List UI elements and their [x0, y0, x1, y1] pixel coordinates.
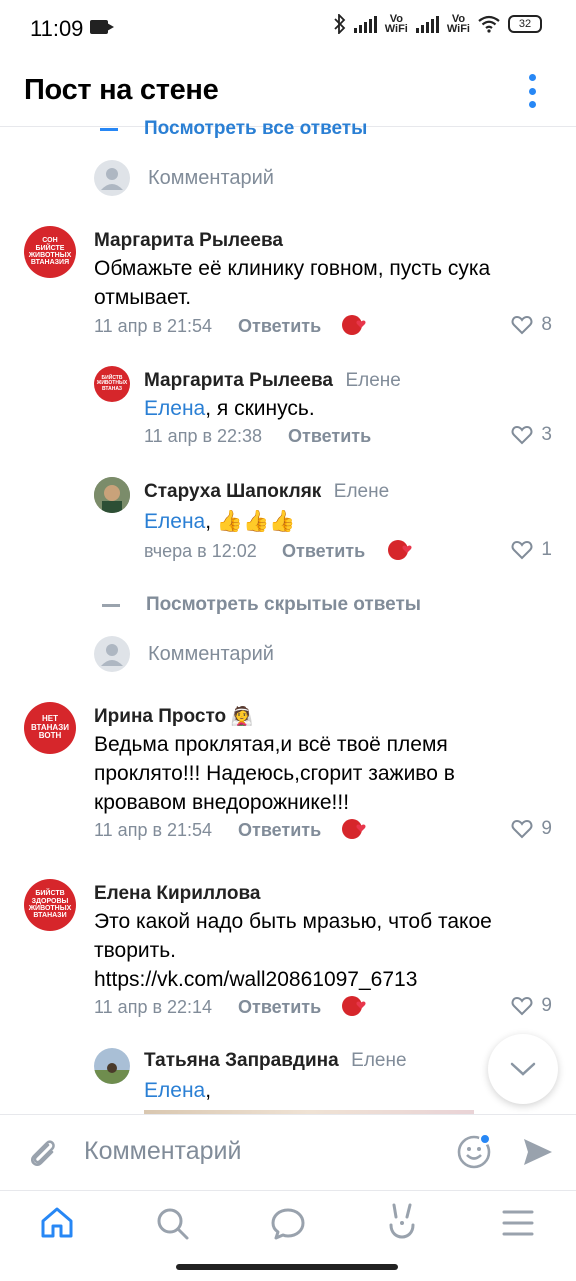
comment-link[interactable]: https://vk.com/wall20861097_6713 [94, 965, 417, 994]
status-icons: Vo WiFi Vo WiFi 32 [334, 13, 542, 35]
comment-text: Обмажьте её клинику говном, пусть сука о… [94, 257, 491, 309]
heart-sticker-icon [342, 819, 366, 839]
like-count: 9 [541, 995, 552, 1016]
avatar[interactable] [94, 477, 130, 513]
comment-date: вчера в 12:02 [144, 541, 257, 561]
send-icon[interactable] [522, 1137, 554, 1167]
heart-icon [511, 819, 533, 839]
chevron-down-icon [510, 1062, 536, 1076]
comment-input[interactable]: Комментарий [84, 1137, 241, 1166]
comment-text: Елена, 👍👍👍 [144, 510, 296, 533]
signal-icon-2 [415, 15, 439, 33]
heart-icon [511, 425, 533, 445]
heart-sticker-icon [342, 315, 366, 335]
like-count: 1 [541, 539, 552, 560]
comment-text: Елена, я скинусь. [144, 397, 315, 420]
reply-to: Елене [333, 481, 390, 502]
gesture-bar[interactable] [176, 1264, 398, 1270]
home-icon[interactable] [40, 1207, 74, 1239]
page-title: Пост на стене [24, 74, 219, 106]
collapse-dash-icon [100, 127, 118, 131]
reply-button[interactable]: Ответить [282, 541, 365, 562]
user-avatar-placeholder-icon [94, 160, 130, 196]
comment-date: 11 апр в 22:38 [144, 426, 263, 446]
like-count: 8 [541, 314, 552, 335]
like-count: 9 [541, 818, 552, 839]
more-options-button[interactable] [520, 74, 544, 108]
wifi-icon [478, 15, 500, 33]
search-icon[interactable] [156, 1207, 190, 1241]
like-button[interactable]: 3 [511, 424, 552, 446]
heart-icon [511, 315, 533, 335]
status-bar: 11:09 Vo WiFi Vo WiFi 32 [0, 0, 576, 58]
reply-button[interactable]: Ответить [288, 426, 371, 447]
comment-author[interactable]: Маргарита Рылеева [144, 370, 333, 391]
menu-icon[interactable] [502, 1209, 534, 1237]
collapse-dash-icon [102, 603, 120, 607]
avatar[interactable]: БИЙСТВ ЖИВОТНЫХ ВТАНАЗ [94, 366, 130, 402]
view-all-replies-link[interactable]: Посмотреть все ответы [100, 118, 367, 140]
comment-author[interactable]: Татьяна Заправдина [144, 1050, 339, 1071]
comment-text: Ведьма проклятая,и всё твоё племя прокля… [94, 733, 455, 814]
comment-author[interactable]: Ирина Просто [94, 706, 226, 727]
comment-text: Елена, [144, 1079, 212, 1102]
like-button[interactable]: 1 [511, 539, 552, 561]
messages-icon[interactable] [270, 1207, 306, 1241]
comment-date: 11 апр в 22:14 [94, 997, 213, 1017]
reply-button[interactable]: Ответить [238, 997, 321, 1018]
view-hidden-replies-link[interactable]: Посмотреть скрытые ответы [102, 594, 421, 616]
like-button[interactable]: 8 [511, 314, 552, 336]
status-time: 11:09 [30, 16, 84, 41]
comment-date: 11 апр в 21:54 [94, 316, 213, 336]
like-button[interactable]: 9 [511, 995, 552, 1017]
comment-text: Это какой надо быть мразью, чтоб такое т… [94, 910, 492, 962]
like-count: 3 [541, 424, 552, 445]
app-header: Пост на стене [0, 58, 576, 127]
vowifi-badge-2: Vo WiFi [446, 13, 470, 35]
scroll-down-button[interactable] [488, 1034, 558, 1104]
bluetooth-icon [334, 14, 346, 34]
like-button[interactable]: 9 [511, 818, 552, 840]
reply-to: Елене [345, 370, 401, 391]
thread-comment-input[interactable]: Комментарий [94, 636, 274, 672]
clips-icon[interactable] [386, 1203, 418, 1241]
screen-record-icon [90, 20, 114, 34]
reply-item: Татьяна Заправдина Елене Елена, [94, 1046, 474, 1114]
comment-date: 11 апр в 21:54 [94, 820, 213, 840]
emoji-icon[interactable] [456, 1133, 492, 1169]
attach-icon[interactable] [26, 1135, 58, 1171]
vowifi-badge-1: Vo WiFi [384, 13, 408, 35]
heart-icon [511, 540, 533, 560]
avatar[interactable]: СОН БИЙСТЕ ЖИВОТНЫХ ВТАНАЗИЯ [24, 226, 76, 278]
battery-indicator: 32 [508, 15, 542, 33]
mention-link[interactable]: Елена [144, 510, 205, 533]
comment-author[interactable]: Маргарита Рылеева [94, 230, 283, 252]
thread-comment-input[interactable]: Комментарий [94, 160, 274, 196]
avatar[interactable]: НЕТ ВТАНАЗИ ВОТН [24, 702, 76, 754]
reply-to: Елене [351, 1050, 407, 1071]
comment-author[interactable]: Старуха Шапокляк [144, 481, 321, 502]
comment-author[interactable]: Елена Кириллова [94, 883, 260, 905]
user-avatar-placeholder-icon [94, 636, 130, 672]
heart-icon [511, 996, 533, 1016]
comment-composer: Комментарий [0, 1114, 576, 1191]
heart-sticker-icon [342, 996, 366, 1016]
reply-button[interactable]: Ответить [238, 316, 321, 337]
avatar[interactable]: БИЙСТВ ЗДОРОВЫ ЖИВОТНЫХ ВТАНАЗИ [24, 879, 76, 931]
heart-sticker-icon [388, 540, 412, 560]
status-emoji-icon: 👰 [230, 706, 253, 726]
mention-link[interactable]: Елена [144, 1079, 205, 1102]
avatar[interactable] [94, 1048, 130, 1084]
mention-link[interactable]: Елена [144, 397, 205, 420]
signal-icon-1 [353, 15, 377, 33]
reply-button[interactable]: Ответить [238, 820, 321, 841]
